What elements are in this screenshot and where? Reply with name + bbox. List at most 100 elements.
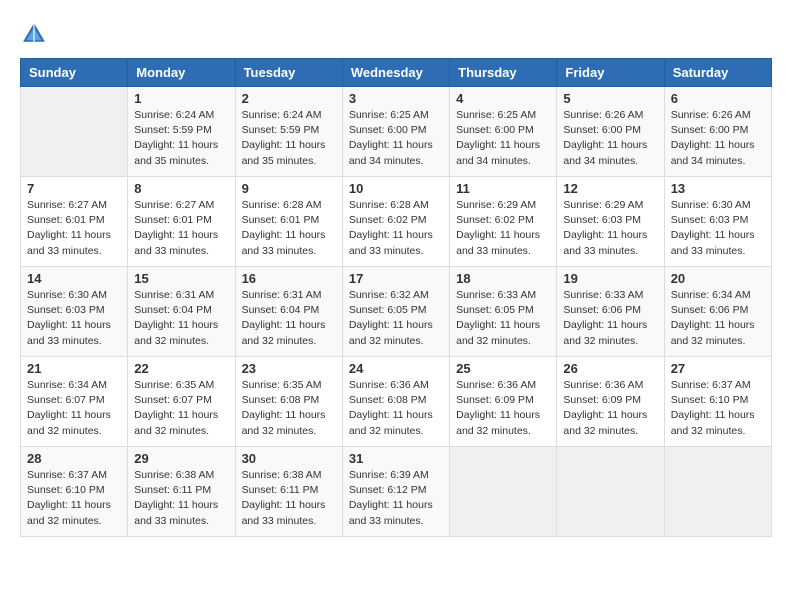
calendar-cell: 2 Sunrise: 6:24 AM Sunset: 5:59 PM Daylig… [235, 87, 342, 177]
day-info: Sunrise: 6:24 AM Sunset: 5:59 PM Dayligh… [134, 108, 228, 169]
day-info: Sunrise: 6:33 AM Sunset: 6:05 PM Dayligh… [456, 288, 550, 349]
calendar-cell: 22 Sunrise: 6:35 AM Sunset: 6:07 PM Dayli… [128, 357, 235, 447]
calendar-cell: 27 Sunrise: 6:37 AM Sunset: 6:10 PM Dayli… [664, 357, 771, 447]
day-info: Sunrise: 6:27 AM Sunset: 6:01 PM Dayligh… [27, 198, 121, 259]
day-info: Sunrise: 6:29 AM Sunset: 6:02 PM Dayligh… [456, 198, 550, 259]
day-info: Sunrise: 6:37 AM Sunset: 6:10 PM Dayligh… [27, 468, 121, 529]
day-number: 30 [242, 451, 336, 466]
day-info: Sunrise: 6:32 AM Sunset: 6:05 PM Dayligh… [349, 288, 443, 349]
day-info: Sunrise: 6:36 AM Sunset: 6:09 PM Dayligh… [456, 378, 550, 439]
calendar-header: SundayMondayTuesdayWednesdayThursdayFrid… [21, 59, 772, 87]
day-number: 18 [456, 271, 550, 286]
day-info: Sunrise: 6:38 AM Sunset: 6:11 PM Dayligh… [134, 468, 228, 529]
calendar-cell: 15 Sunrise: 6:31 AM Sunset: 6:04 PM Dayli… [128, 267, 235, 357]
day-of-week-header: Thursday [450, 59, 557, 87]
day-of-week-header: Monday [128, 59, 235, 87]
calendar-cell: 28 Sunrise: 6:37 AM Sunset: 6:10 PM Dayli… [21, 447, 128, 537]
day-number: 20 [671, 271, 765, 286]
day-number: 5 [563, 91, 657, 106]
calendar-cell: 14 Sunrise: 6:30 AM Sunset: 6:03 PM Dayli… [21, 267, 128, 357]
day-number: 2 [242, 91, 336, 106]
calendar-cell: 24Sunrise: 6:36 AM Sunset: 6:08 PM Dayli… [342, 357, 449, 447]
day-of-week-header: Sunday [21, 59, 128, 87]
calendar-cell: 23Sunrise: 6:35 AM Sunset: 6:08 PM Dayli… [235, 357, 342, 447]
calendar-cell: 31 Sunrise: 6:39 AM Sunset: 6:12 PM Dayli… [342, 447, 449, 537]
calendar-cell: 5 Sunrise: 6:26 AM Sunset: 6:00 PM Daylig… [557, 87, 664, 177]
calendar-week-row: 7 Sunrise: 6:27 AM Sunset: 6:01 PM Daylig… [21, 177, 772, 267]
day-number: 14 [27, 271, 121, 286]
calendar-cell: 3 Sunrise: 6:25 AM Sunset: 6:00 PM Daylig… [342, 87, 449, 177]
day-number: 8 [134, 181, 228, 196]
calendar-cell [450, 447, 557, 537]
day-number: 29 [134, 451, 228, 466]
day-of-week-header: Tuesday [235, 59, 342, 87]
calendar-cell: 29 Sunrise: 6:38 AM Sunset: 6:11 PM Dayli… [128, 447, 235, 537]
day-info: Sunrise: 6:30 AM Sunset: 6:03 PM Dayligh… [27, 288, 121, 349]
day-info: Sunrise: 6:25 AM Sunset: 6:00 PM Dayligh… [456, 108, 550, 169]
calendar-cell [557, 447, 664, 537]
day-info: Sunrise: 6:26 AM Sunset: 6:00 PM Dayligh… [563, 108, 657, 169]
calendar-cell: 12Sunrise: 6:29 AM Sunset: 6:03 PM Dayli… [557, 177, 664, 267]
day-info: Sunrise: 6:28 AM Sunset: 6:01 PM Dayligh… [242, 198, 336, 259]
day-info: Sunrise: 6:34 AM Sunset: 6:07 PM Dayligh… [27, 378, 121, 439]
day-number: 19 [563, 271, 657, 286]
day-number: 16 [242, 271, 336, 286]
day-info: Sunrise: 6:31 AM Sunset: 6:04 PM Dayligh… [242, 288, 336, 349]
calendar-cell: 9 Sunrise: 6:28 AM Sunset: 6:01 PM Daylig… [235, 177, 342, 267]
calendar-cell: 18 Sunrise: 6:33 AM Sunset: 6:05 PM Dayli… [450, 267, 557, 357]
day-info: Sunrise: 6:35 AM Sunset: 6:08 PM Dayligh… [242, 378, 336, 439]
day-info: Sunrise: 6:37 AM Sunset: 6:10 PM Dayligh… [671, 378, 765, 439]
day-number: 26 [563, 361, 657, 376]
logo-icon [20, 20, 48, 48]
calendar-cell: 17 Sunrise: 6:32 AM Sunset: 6:05 PM Dayli… [342, 267, 449, 357]
calendar-cell: 11 Sunrise: 6:29 AM Sunset: 6:02 PM Dayli… [450, 177, 557, 267]
day-number: 9 [242, 181, 336, 196]
calendar-cell: 1 Sunrise: 6:24 AM Sunset: 5:59 PM Daylig… [128, 87, 235, 177]
calendar-table: SundayMondayTuesdayWednesdayThursdayFrid… [20, 58, 772, 537]
calendar-week-row: 1 Sunrise: 6:24 AM Sunset: 5:59 PM Daylig… [21, 87, 772, 177]
day-number: 1 [134, 91, 228, 106]
calendar-cell: 25Sunrise: 6:36 AM Sunset: 6:09 PM Dayli… [450, 357, 557, 447]
day-number: 13 [671, 181, 765, 196]
calendar-cell: 30Sunrise: 6:38 AM Sunset: 6:11 PM Dayli… [235, 447, 342, 537]
calendar-week-row: 28 Sunrise: 6:37 AM Sunset: 6:10 PM Dayli… [21, 447, 772, 537]
calendar-cell: 6Sunrise: 6:26 AM Sunset: 6:00 PM Daylig… [664, 87, 771, 177]
day-number: 11 [456, 181, 550, 196]
day-number: 6 [671, 91, 765, 106]
day-of-week-header: Wednesday [342, 59, 449, 87]
day-info: Sunrise: 6:25 AM Sunset: 6:00 PM Dayligh… [349, 108, 443, 169]
day-info: Sunrise: 6:30 AM Sunset: 6:03 PM Dayligh… [671, 198, 765, 259]
calendar-week-row: 21 Sunrise: 6:34 AM Sunset: 6:07 PM Dayli… [21, 357, 772, 447]
page-header [20, 20, 772, 48]
day-number: 21 [27, 361, 121, 376]
day-info: Sunrise: 6:24 AM Sunset: 5:59 PM Dayligh… [242, 108, 336, 169]
day-number: 22 [134, 361, 228, 376]
day-number: 28 [27, 451, 121, 466]
day-number: 12 [563, 181, 657, 196]
calendar-cell: 10Sunrise: 6:28 AM Sunset: 6:02 PM Dayli… [342, 177, 449, 267]
day-info: Sunrise: 6:35 AM Sunset: 6:07 PM Dayligh… [134, 378, 228, 439]
day-info: Sunrise: 6:31 AM Sunset: 6:04 PM Dayligh… [134, 288, 228, 349]
day-number: 17 [349, 271, 443, 286]
day-number: 7 [27, 181, 121, 196]
day-info: Sunrise: 6:36 AM Sunset: 6:09 PM Dayligh… [563, 378, 657, 439]
day-of-week-header: Friday [557, 59, 664, 87]
day-number: 31 [349, 451, 443, 466]
calendar-cell [664, 447, 771, 537]
calendar-cell: 19Sunrise: 6:33 AM Sunset: 6:06 PM Dayli… [557, 267, 664, 357]
day-number: 10 [349, 181, 443, 196]
day-number: 24 [349, 361, 443, 376]
day-number: 27 [671, 361, 765, 376]
day-info: Sunrise: 6:39 AM Sunset: 6:12 PM Dayligh… [349, 468, 443, 529]
calendar-cell: 13 Sunrise: 6:30 AM Sunset: 6:03 PM Dayli… [664, 177, 771, 267]
calendar-cell: 26 Sunrise: 6:36 AM Sunset: 6:09 PM Dayli… [557, 357, 664, 447]
day-info: Sunrise: 6:27 AM Sunset: 6:01 PM Dayligh… [134, 198, 228, 259]
days-of-week-row: SundayMondayTuesdayWednesdayThursdayFrid… [21, 59, 772, 87]
calendar-cell: 16 Sunrise: 6:31 AM Sunset: 6:04 PM Dayli… [235, 267, 342, 357]
calendar-cell: 7 Sunrise: 6:27 AM Sunset: 6:01 PM Daylig… [21, 177, 128, 267]
calendar-cell: 8 Sunrise: 6:27 AM Sunset: 6:01 PM Daylig… [128, 177, 235, 267]
day-number: 3 [349, 91, 443, 106]
calendar-body: 1 Sunrise: 6:24 AM Sunset: 5:59 PM Daylig… [21, 87, 772, 537]
day-of-week-header: Saturday [664, 59, 771, 87]
day-number: 15 [134, 271, 228, 286]
